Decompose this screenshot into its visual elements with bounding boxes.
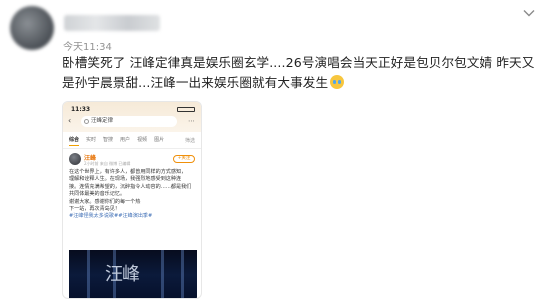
divider <box>63 148 201 149</box>
stage-light <box>161 250 164 298</box>
post-text: 卧槽笑死了 汪峰定律真是娱乐圈玄学....26号演唱会当天正好是包贝尔包文婧 昨… <box>62 53 542 93</box>
body-line: 共同体最美的音乐记忆。 <box>69 191 126 198</box>
follow-button: +关注 <box>173 155 195 163</box>
video-thumbnail: 汪峰 <box>69 250 197 298</box>
body-line: 谢谢大家。感谢你们的每一个热 <box>69 198 141 205</box>
tab-smart-search: 智搜 <box>103 137 114 143</box>
post-author-avatar <box>69 153 81 165</box>
post-body: 在这个世界上，有许多人，都曾用同样的方式感知， 理解和诠释人生。在现场，我强烈地… <box>69 169 197 221</box>
tab-images: 图片 <box>154 137 165 143</box>
username-blurred[interactable] <box>64 15 160 31</box>
filter-label: 筛选 <box>184 138 195 144</box>
menu-icon: ⋯ <box>188 117 195 125</box>
tab-videos: 视频 <box>137 137 148 143</box>
tab-realtime: 实时 <box>86 137 97 143</box>
hashtags: #汪峰怪我太多说歌##汪峰演出季# <box>69 213 153 220</box>
more-options-button[interactable] <box>520 6 538 20</box>
search-icon <box>84 119 89 124</box>
post-meta: 2小时前 来自 微博 已编辑 <box>84 161 131 166</box>
battery-icon <box>177 107 195 112</box>
crying-laughing-emoji-icon <box>330 75 345 89</box>
search-query: 汪峰定律 <box>91 118 114 124</box>
body-line: 理解和诠释人生。在现场，我强烈地感受到这种连 <box>69 176 182 183</box>
tab-comprehensive: 综合 <box>69 134 80 146</box>
attached-image[interactable]: 11:33 ‹ 汪峰定律 ⋯ 综合 实时 智搜 用户 视频 图片 筛选 汪峰 2… <box>62 101 202 299</box>
search-tabs: 综合 实时 智搜 用户 视频 图片 <box>63 134 201 146</box>
status-time: 11:33 <box>71 106 91 113</box>
post-text-content: 卧槽笑死了 汪峰定律真是娱乐圈玄学....26号演唱会当天正好是包贝尔包文婧 昨… <box>62 55 535 90</box>
stage-light <box>87 250 90 298</box>
stage-light <box>181 250 184 298</box>
chevron-down-icon <box>523 10 535 17</box>
avatar[interactable] <box>10 6 54 50</box>
video-title: 汪峰 <box>105 264 140 285</box>
tab-users: 用户 <box>120 137 131 143</box>
back-arrow-icon: ‹ <box>68 116 72 125</box>
search-box: 汪峰定律 <box>81 116 177 127</box>
post-timestamp: 今天11:34 <box>63 42 112 53</box>
